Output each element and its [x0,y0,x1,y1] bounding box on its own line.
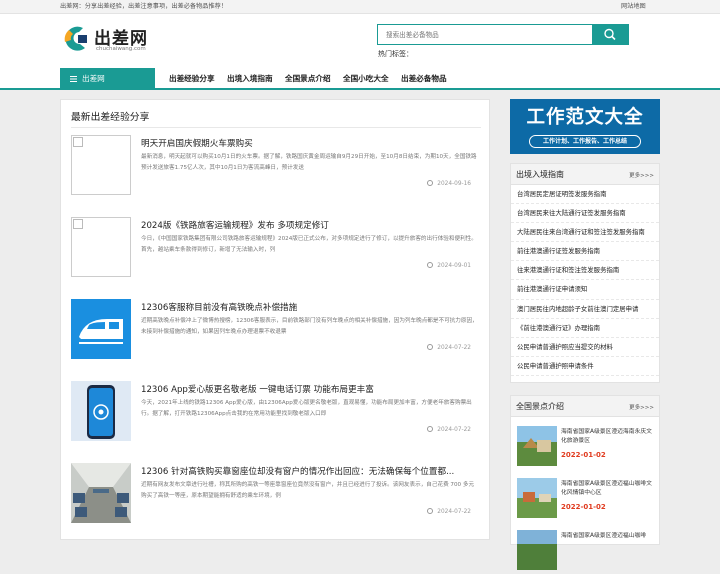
article-title[interactable]: 12306 App爱心版更名敬老版 一键电话订票 功能布局更丰富 [141,383,374,395]
guide-box: 出境入境指南 更多>>> 台湾居民定居证明签发服务指南 台湾居民来往大陆通行证签… [510,163,660,383]
nav-item-travel-guide[interactable]: 出境入境指南 [227,68,273,90]
spot-title[interactable]: 海南省国家A级景区澄迈海南永庆文化旅游景区 [561,428,657,446]
article-item: 明天开启国庆假期火车票购买 最新消息，明天起就可以购买10月1日的火车票。据了解… [71,135,483,201]
nav-item-snacks[interactable]: 全国小吃大全 [343,68,389,90]
spots-box-header: 全国景点介绍 更多>>> [511,396,659,417]
spot-photo [517,530,557,570]
sitemap-link[interactable]: 网站地图 [621,0,646,14]
list-item[interactable]: 公民申请普通护照申请条件 [511,357,659,376]
list-item[interactable]: 前往港澳通行证签发服务指南 [511,242,659,262]
list-item[interactable]: 大陆居民往来台湾通行证和签注签发服务指南 [511,223,659,243]
logo-url: chuchaiwang.com [96,46,146,52]
train-interior-photo [71,463,131,523]
banner-subtitle: 工作计划、工作报告、工作总结 [529,135,641,148]
spot-photo [517,426,557,466]
clock-icon [427,262,434,268]
nav-home-label: 出差网 [82,74,105,83]
article-thumbnail[interactable] [71,463,131,523]
nav-item-attractions[interactable]: 全国景点介绍 [285,68,331,90]
article-title[interactable]: 明天开启国庆假期火车票购买 [141,137,253,149]
guide-box-title: 出境入境指南 [516,170,564,179]
guide-box-header: 出境入境指南 更多>>> [511,164,659,185]
article-excerpt: 近期有网友发布文章进行吐槽，称其所购的高铁一等座靠窗座位竟然没有窗户，并且已经进… [141,482,475,499]
ad-banner[interactable]: 工作范文大全 工作计划、工作报告、工作总结 [510,99,660,154]
list-item[interactable]: 前往港澳通行证申请须知 [511,280,659,300]
broken-image-icon [73,219,83,229]
clock-icon [427,426,434,432]
search-button[interactable] [592,25,628,44]
logo-mark-icon [64,26,87,51]
spot-item[interactable]: 海南省国家A级景区澄迈福山咖啡 [517,530,657,574]
list-item[interactable]: 澳门居民往内地超龄子女前往澳门定居申请 [511,300,659,319]
spots-more-link[interactable]: 更多>>> [629,403,654,411]
list-item[interactable]: 台湾居民定居证明签发服务指南 [511,185,659,205]
article-item: 12306 App爱心版更名敬老版 一键电话订票 功能布局更丰富 今天，2021… [71,381,483,447]
banner-title: 工作范文大全 [526,107,644,128]
article-thumbnail[interactable] [71,217,131,277]
spot-item[interactable]: 海南省国家A级景区澄迈海南永庆文化旅游景区 2022-01-02 [517,426,657,470]
search-icon [604,28,616,41]
article-date: 2024-09-16 [427,180,471,187]
list-item[interactable]: 往来港澳通行证和签注签发服务指南 [511,261,659,281]
train-app-icon [71,299,131,359]
nav-home[interactable]: 出差网 [60,68,155,90]
article-date: 2024-09-01 [427,262,471,269]
guide-more-link[interactable]: 更多>>> [629,171,654,179]
article-date: 2024-07-22 [427,508,471,515]
article-item: 2024版《铁路旅客运输规程》发布 多项规定修订 今日，《中国国家铁路集团有限公… [71,217,483,283]
spots-box-title: 全国景点介绍 [516,402,564,411]
search-box [377,24,629,45]
article-excerpt: 最新消息，明天起就可以购买10月1日的火车票。据了解，铁路国庆黄金周运输自9月2… [141,154,477,171]
search-input[interactable] [378,25,593,44]
header: 出差网 chuchaiwang.com 热门标签： [0,14,720,68]
phone-app-icon [71,381,131,441]
list-item[interactable]: 台湾居民来往大陆通行证签发服务指南 [511,204,659,224]
hot-tags-label: 热门标签： [378,50,413,58]
article-title[interactable]: 2024版《铁路旅客运输规程》发布 多项规定修订 [141,219,329,231]
article-title[interactable]: 12306 针对高铁购买靠窗座位却没有窗户的情况作出回应：无法确保每个位置都..… [141,465,454,477]
clock-icon [427,180,434,186]
spot-date: 2022-01-02 [561,451,606,459]
article-excerpt: 今天，2021年上线的铁路12306 App爱心版，由12306App爱心版更名… [141,400,472,417]
top-bar: 出差网：分享出差经验，出差注意事项，出差必备物品推荐！ 网站地图 [0,0,720,14]
clock-icon [427,508,434,514]
article-thumbnail[interactable] [71,299,131,359]
article-excerpt: 今日，《中国国家铁路集团有限公司铁路旅客运输规程》2024版已正式公布，对多项规… [141,236,477,253]
spot-photo [517,478,557,518]
article-title[interactable]: 12306客服称目前没有高铁晚点补偿措施 [141,301,297,313]
article-date: 2024-07-22 [427,426,471,433]
site-slogan: 出差网：分享出差经验，出差注意事项，出差必备物品推荐！ [60,3,228,10]
list-item[interactable]: 公民申请普通护照应当提交的材料 [511,338,659,357]
main-nav: 出差网 出差经验分享 出境入境指南 全国景点介绍 全国小吃大全 出差必备物品 [0,68,720,90]
main-content: 最新出差经验分享 明天开启国庆假期火车票购买 最新消息，明天起就可以购买10月1… [60,99,490,540]
guide-list: 台湾居民定居证明签发服务指南 台湾居民来往大陆通行证签发服务指南 大陆居民往来台… [511,185,659,376]
nav-item-experience[interactable]: 出差经验分享 [169,68,215,90]
divider [71,127,481,128]
article-excerpt: 近期高铁晚点补偿冲上了微博热搜榜，12306客服表示，目前铁路部门没有列车晚点的… [141,318,478,335]
clock-icon [427,344,434,350]
article-thumbnail[interactable] [71,135,131,195]
list-item[interactable]: 《前往港澳通行证》办理指南 [511,319,659,338]
spot-title[interactable]: 海南省国家A级景区澄迈福山咖啡文化风情镇中心区 [561,480,657,498]
spot-date: 2022-01-02 [561,503,606,511]
article-date: 2024-07-22 [427,344,471,351]
site-logo[interactable]: 出差网 chuchaiwang.com [61,24,171,54]
spots-box: 全国景点介绍 更多>>> 海南省国家A级景区澄迈海南永庆文化旅游景区 2022-… [510,395,660,570]
nav-item-essentials[interactable]: 出差必备物品 [401,68,447,90]
section-title: 最新出差经验分享 [71,112,150,123]
spot-item[interactable]: 海南省国家A级景区澄迈福山咖啡文化风情镇中心区 2022-01-02 [517,478,657,522]
broken-image-icon [73,137,83,147]
article-item: 12306客服称目前没有高铁晚点补偿措施 近期高铁晚点补偿冲上了微博热搜榜，12… [71,299,483,365]
article-thumbnail[interactable] [71,381,131,441]
article-item: 12306 针对高铁购买靠窗座位却没有窗户的情况作出回应：无法确保每个位置都..… [71,463,483,529]
menu-icon [70,76,77,82]
